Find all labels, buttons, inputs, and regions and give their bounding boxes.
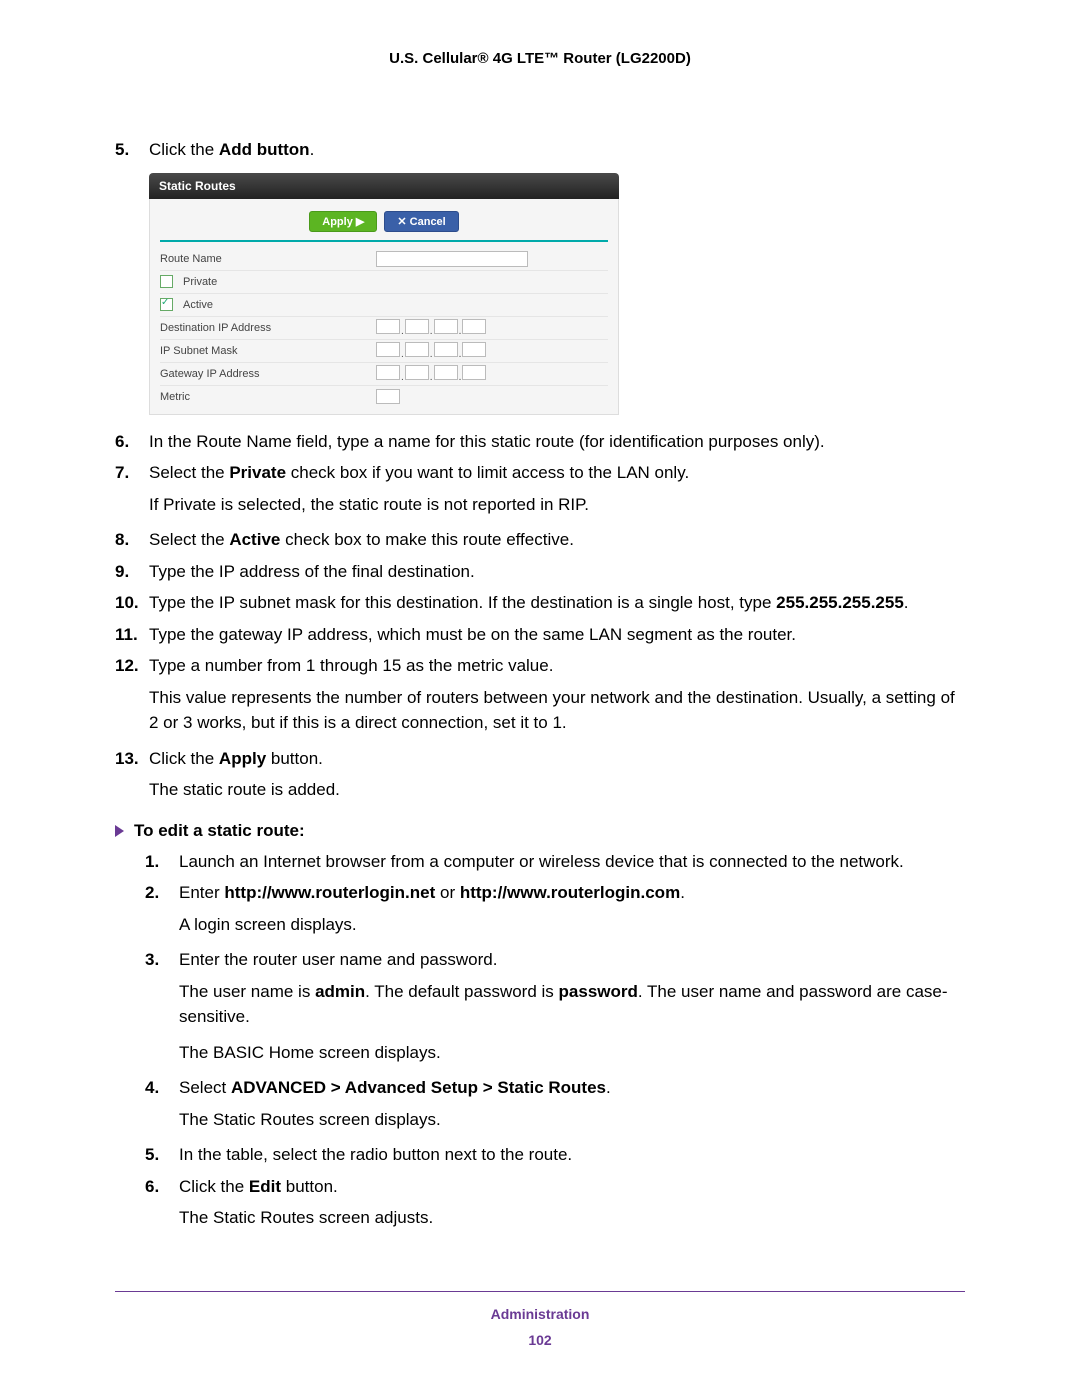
step-text: Click the Apply button. [149, 746, 965, 772]
step-number: 9. [115, 559, 149, 585]
edit-step-4: 4. Select ADVANCED > Advanced Setup > St… [145, 1075, 965, 1101]
gateway-input[interactable]: ... [376, 365, 486, 383]
step-9: 9. Type the IP address of the final dest… [115, 559, 965, 585]
edit-steps-list: 1. Launch an Internet browser from a com… [115, 849, 965, 1231]
private-checkbox[interactable] [160, 275, 173, 288]
step-5: 5. Click the Add button. [115, 137, 965, 163]
row-gateway: Gateway IP Address ... [160, 363, 608, 386]
edit-step-1: 1. Launch an Internet browser from a com… [145, 849, 965, 875]
edit-step-5: 5. In the table, select the radio button… [145, 1142, 965, 1168]
step-number: 11. [115, 622, 149, 648]
step-number: 7. [115, 460, 149, 486]
apply-button[interactable]: Apply ▶ [309, 211, 377, 232]
static-routes-screenshot: Static Routes Apply ▶ ✕ Cancel Route Nam… [149, 173, 619, 415]
step-10: 10. Type the IP subnet mask for this des… [115, 590, 965, 616]
edit-step-4-sub: The Static Routes screen displays. [179, 1107, 965, 1133]
edit-step-2: 2. Enter http://www.routerlogin.net or h… [145, 880, 965, 906]
step-12-sub: This value represents the number of rout… [149, 685, 965, 736]
step-text: Select ADVANCED > Advanced Setup > Stati… [179, 1075, 965, 1101]
row-metric: Metric [160, 386, 608, 408]
label-gateway: Gateway IP Address [160, 368, 370, 380]
footer-section-label: Administration [115, 1306, 965, 1322]
page-header: U.S. Cellular® 4G LTE™ Router (LG2200D) [115, 50, 965, 67]
panel-button-row: Apply ▶ ✕ Cancel [160, 207, 608, 242]
step-number: 8. [115, 527, 149, 553]
label-dest-ip: Destination IP Address [160, 322, 370, 334]
label-metric: Metric [160, 391, 370, 403]
dest-ip-input[interactable]: ... [376, 319, 486, 337]
step-number: 4. [145, 1075, 179, 1101]
step-text: In the table, select the radio button ne… [179, 1142, 965, 1168]
route-name-input[interactable] [376, 251, 528, 267]
step-8: 8. Select the Active check box to make t… [115, 527, 965, 553]
row-subnet: IP Subnet Mask ... [160, 340, 608, 363]
section-title: To edit a static route: [134, 821, 305, 841]
row-route-name: Route Name [160, 248, 608, 271]
footer-rule [115, 1291, 965, 1292]
footer-page-number: 102 [115, 1332, 965, 1348]
cancel-button[interactable]: ✕ Cancel [384, 211, 458, 232]
row-active: Active [160, 294, 608, 317]
step-text: Enter the router user name and password. [179, 947, 965, 973]
edit-step-6-sub: The Static Routes screen adjusts. [179, 1205, 965, 1231]
step-text: In the Route Name field, type a name for… [149, 429, 965, 455]
edit-step-6: 6. Click the Edit button. [145, 1174, 965, 1200]
active-checkbox[interactable] [160, 298, 173, 311]
step-text: Type a number from 1 through 15 as the m… [149, 653, 965, 679]
row-private: Private [160, 271, 608, 294]
step-7-sub: If Private is selected, the static route… [149, 492, 965, 518]
panel-title: Static Routes [149, 173, 619, 199]
step-text: Type the IP address of the final destina… [149, 559, 965, 585]
edit-step-2-sub: A login screen displays. [179, 912, 965, 938]
step-number: 6. [145, 1174, 179, 1200]
step-text: Click the Edit button. [179, 1174, 965, 1200]
step-text: Select the Active check box to make this… [149, 527, 965, 553]
section-edit-static-route: To edit a static route: [115, 821, 965, 841]
label-route-name: Route Name [160, 253, 370, 265]
edit-step-3-sub2: The BASIC Home screen displays. [179, 1040, 965, 1066]
step-7: 7. Select the Private check box if you w… [115, 460, 965, 486]
label-active: Active [183, 299, 393, 311]
step-12: 12. Type a number from 1 through 15 as t… [115, 653, 965, 679]
step-text: Select the Private check box if you want… [149, 460, 965, 486]
step-number: 1. [145, 849, 179, 875]
step-11: 11. Type the gateway IP address, which m… [115, 622, 965, 648]
subnet-input[interactable]: ... [376, 342, 486, 360]
page: U.S. Cellular® 4G LTE™ Router (LG2200D) … [0, 0, 1080, 1388]
step-text: Type the IP subnet mask for this destina… [149, 590, 965, 616]
step-6: 6. In the Route Name field, type a name … [115, 429, 965, 455]
edit-step-3: 3. Enter the router user name and passwo… [145, 947, 965, 973]
step-text: Launch an Internet browser from a comput… [179, 849, 965, 875]
label-private: Private [183, 276, 393, 288]
metric-input[interactable] [376, 389, 400, 404]
step-number: 12. [115, 653, 149, 679]
row-dest-ip: Destination IP Address ... [160, 317, 608, 340]
triangle-bullet-icon [115, 825, 124, 837]
step-text: Type the gateway IP address, which must … [149, 622, 965, 648]
step-number: 5. [115, 137, 149, 163]
panel-body: Apply ▶ ✕ Cancel Route Name Private Acti… [149, 199, 619, 415]
step-number: 6. [115, 429, 149, 455]
step-number: 10. [115, 590, 149, 616]
edit-step-3-sub1: The user name is admin. The default pass… [179, 979, 965, 1030]
step-text: Click the Add button. [149, 137, 965, 163]
label-subnet: IP Subnet Mask [160, 345, 370, 357]
step-number: 5. [145, 1142, 179, 1168]
step-number: 13. [115, 746, 149, 772]
step-number: 3. [145, 947, 179, 973]
step-text: Enter http://www.routerlogin.net or http… [179, 880, 965, 906]
step-number: 2. [145, 880, 179, 906]
step-13-sub: The static route is added. [149, 777, 965, 803]
step-13: 13. Click the Apply button. [115, 746, 965, 772]
